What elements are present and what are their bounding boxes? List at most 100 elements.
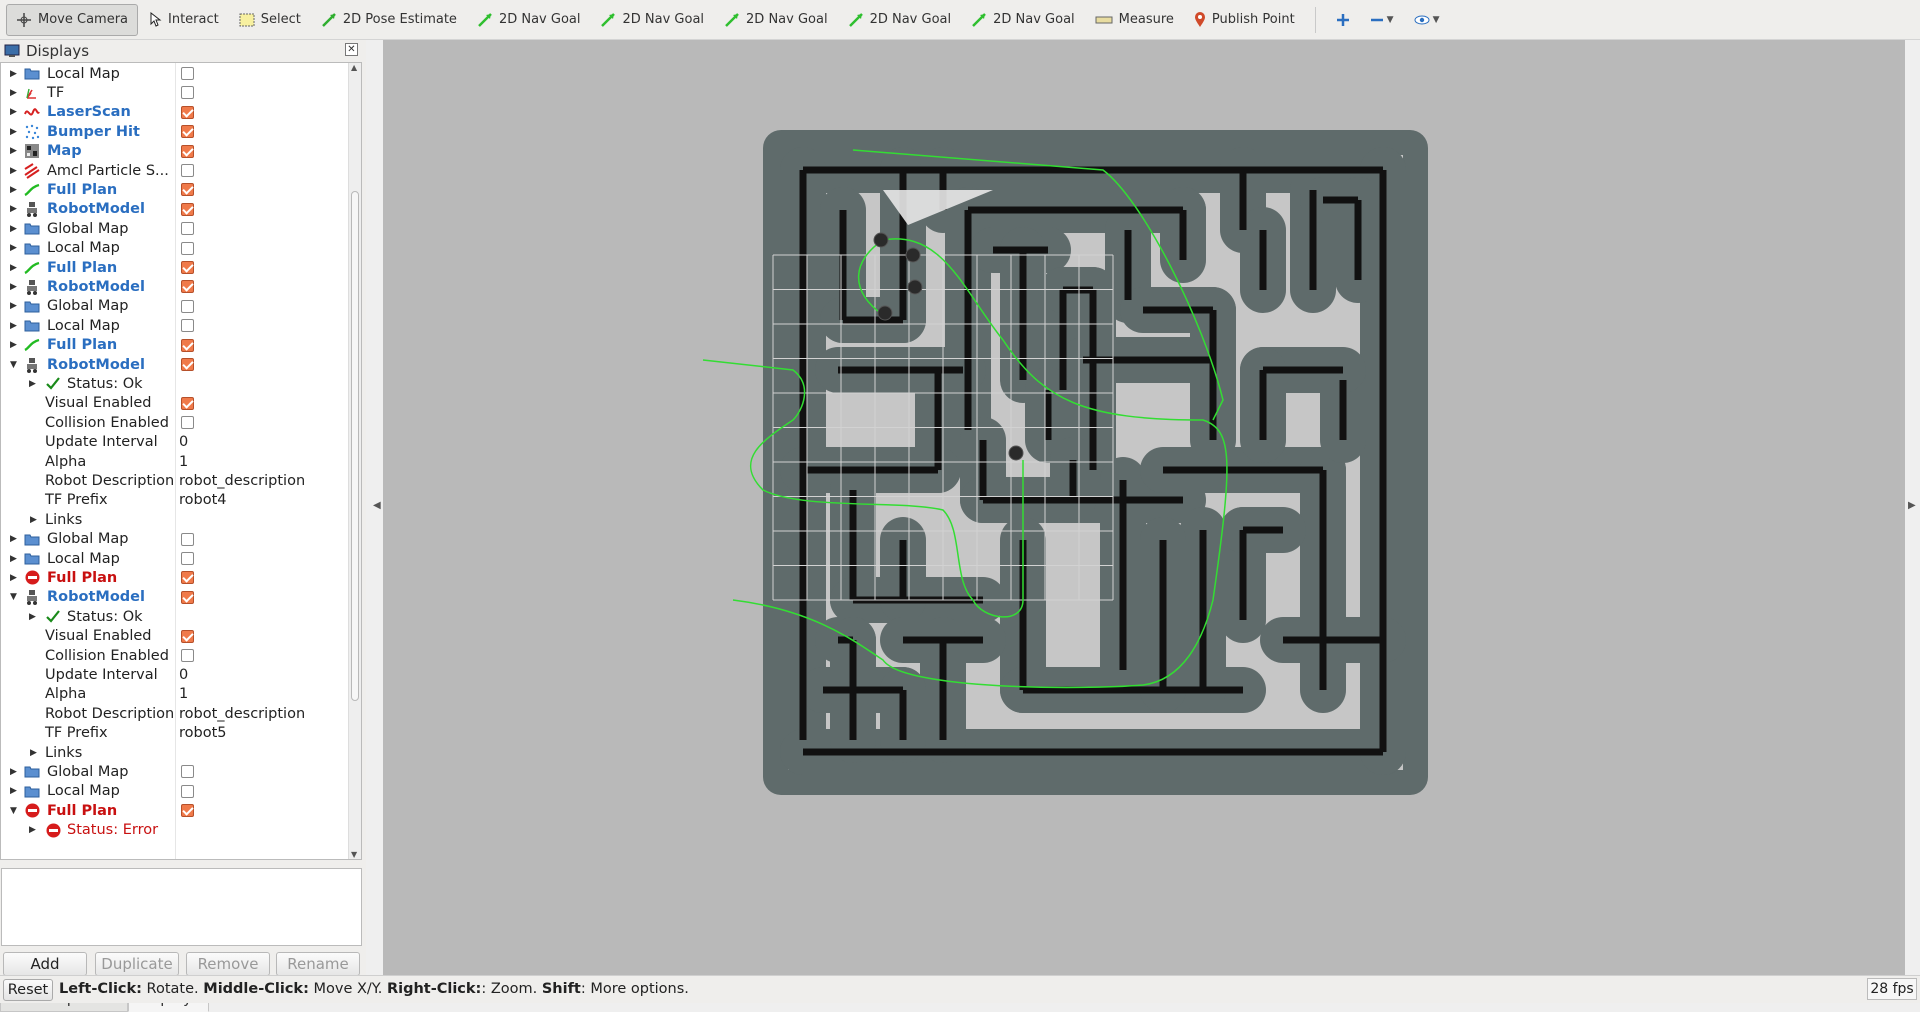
display-row[interactable]: ▶ Map <box>1 142 349 161</box>
expand-right-icon[interactable]: ▶ <box>10 301 20 311</box>
display-row[interactable]: ▶ Full Plan <box>1 568 349 587</box>
display-row[interactable]: Robot Description robot_description <box>1 704 349 723</box>
expand-right-icon[interactable]: ▶ <box>30 515 40 525</box>
enable-checkbox[interactable] <box>181 649 194 662</box>
expand-down-icon[interactable]: ▼ <box>10 592 20 602</box>
display-row[interactable]: ▶ Links <box>1 743 349 762</box>
display-row[interactable]: ▶ Global Map <box>1 762 349 781</box>
display-row[interactable]: ▶ Status: Error <box>1 821 349 840</box>
display-row[interactable]: ▶ Global Map <box>1 530 349 549</box>
tool-2d-nav-goal-5[interactable]: 2D Nav Goal <box>590 4 714 36</box>
enable-checkbox[interactable] <box>181 571 194 585</box>
enable-checkbox[interactable] <box>181 261 194 274</box>
enable-checkbox[interactable] <box>181 396 194 410</box>
display-row[interactable]: Alpha 1 <box>1 685 349 704</box>
expand-right-icon[interactable]: ▶ <box>10 767 20 777</box>
display-row[interactable]: TF Prefix robot4 <box>1 491 349 510</box>
display-row[interactable]: Visual Enabled <box>1 394 349 413</box>
display-row[interactable]: Alpha 1 <box>1 452 349 471</box>
tool-2d-nav-goal-4[interactable]: 2D Nav Goal <box>467 4 591 36</box>
property-value[interactable]: 0 <box>179 667 188 683</box>
scroll-up-icon[interactable]: ▲ <box>351 63 357 72</box>
display-row[interactable]: ▶ TF <box>1 83 349 102</box>
tool-publish-point[interactable]: Publish Point <box>1184 4 1305 36</box>
display-row[interactable]: ▼ Full Plan <box>1 801 349 820</box>
collapse-left-icon[interactable]: ◀ <box>373 500 381 511</box>
rename-button[interactable]: Rename <box>276 952 360 976</box>
tool-interact[interactable]: Interact <box>138 4 229 36</box>
display-row[interactable]: ▶ Bumper Hit <box>1 122 349 141</box>
property-value[interactable]: 1 <box>179 454 188 470</box>
property-value[interactable]: 1 <box>179 686 188 702</box>
expand-right-icon[interactable]: ▶ <box>29 379 39 389</box>
display-row[interactable]: ▼ RobotModel <box>1 588 349 607</box>
display-row[interactable]: ▶ Status: Ok <box>1 607 349 626</box>
tool-move-camera[interactable]: Move Camera <box>6 3 139 36</box>
reset-button[interactable]: Reset <box>3 979 53 1001</box>
display-row[interactable]: ▶ Local Map <box>1 239 349 258</box>
property-value[interactable]: robot4 <box>179 492 227 508</box>
enable-checkbox[interactable] <box>181 319 194 333</box>
expand-right-icon[interactable]: ▶ <box>10 786 20 796</box>
display-row[interactable]: Update Interval 0 <box>1 433 349 452</box>
expand-right-icon[interactable]: ▶ <box>29 612 39 622</box>
add-button[interactable]: Add <box>3 952 87 976</box>
enable-checkbox[interactable] <box>181 125 194 139</box>
enable-checkbox[interactable] <box>181 164 194 177</box>
expand-right-icon[interactable]: ▶ <box>10 224 20 234</box>
display-row[interactable]: ▶ Local Map <box>1 782 349 801</box>
enable-checkbox[interactable] <box>181 222 194 236</box>
display-row[interactable]: Visual Enabled <box>1 627 349 646</box>
enable-checkbox[interactable] <box>181 86 194 100</box>
expand-right-icon[interactable]: ▶ <box>10 185 20 195</box>
display-row[interactable]: Collision Enabled <box>1 413 349 432</box>
display-row[interactable]: ▶ Local Map <box>1 549 349 568</box>
display-row[interactable]: ▶ Full Plan <box>1 336 349 355</box>
display-row[interactable]: Collision Enabled <box>1 646 349 665</box>
tool-2d-nav-goal-8[interactable]: 2D Nav Goal <box>961 4 1085 36</box>
expand-right-icon[interactable]: ▶ <box>10 321 20 331</box>
tool-measure[interactable]: Measure <box>1085 4 1184 36</box>
expand-right-icon[interactable]: ▶ <box>10 340 20 350</box>
tool-2d-pose-estimate[interactable]: 2D Pose Estimate <box>311 4 467 36</box>
close-icon[interactable]: ✕ <box>345 43 358 56</box>
expand-right-icon[interactable]: ▶ <box>10 204 20 214</box>
display-row[interactable]: ▶ Local Map <box>1 64 349 83</box>
display-row[interactable]: ▶ Links <box>1 510 349 529</box>
display-row[interactable]: Update Interval 0 <box>1 665 349 684</box>
expand-right-icon[interactable]: ▶ <box>10 107 20 117</box>
enable-checkbox[interactable] <box>181 67 194 80</box>
expand-right-icon[interactable]: ▶ <box>29 825 39 835</box>
expand-right-icon[interactable]: ▶ <box>10 127 20 137</box>
property-value[interactable]: robot_description <box>179 706 305 722</box>
display-row[interactable]: ▶ Full Plan <box>1 258 349 277</box>
expand-down-icon[interactable]: ▼ <box>10 360 20 370</box>
tree-scrollbar[interactable]: ▲ ▼ <box>348 63 361 859</box>
expand-right-icon[interactable]: ▶ <box>10 146 20 156</box>
display-row[interactable]: ▶ RobotModel <box>1 277 349 296</box>
display-row[interactable]: ▶ Local Map <box>1 316 349 335</box>
enable-checkbox[interactable] <box>181 105 194 119</box>
display-row[interactable]: ▼ RobotModel <box>1 355 349 374</box>
enable-checkbox[interactable] <box>181 784 194 798</box>
tool-2d-nav-goal-6[interactable]: 2D Nav Goal <box>714 4 838 36</box>
enable-checkbox[interactable] <box>181 765 194 779</box>
scrollbar-thumb[interactable] <box>351 191 359 701</box>
scroll-down-icon[interactable]: ▼ <box>351 850 357 859</box>
display-row[interactable]: Robot Description robot_description <box>1 471 349 490</box>
duplicate-button[interactable]: Duplicate <box>95 952 179 976</box>
displays-tree[interactable]: ▲ ▼ ▶ Local Map ▶ TF ▶ LaserScan ▶ Bumper Hit ▶ M… <box>0 62 362 860</box>
property-value[interactable]: robot_description <box>179 473 305 489</box>
expand-right-icon[interactable]: ▶ <box>10 573 20 583</box>
display-row[interactable]: ▶ Global Map <box>1 297 349 316</box>
expand-right-icon[interactable]: ▶ <box>10 554 20 564</box>
enable-checkbox[interactable] <box>181 241 194 255</box>
expand-down-icon[interactable]: ▼ <box>10 806 20 816</box>
property-value[interactable]: robot5 <box>179 725 227 741</box>
enable-checkbox[interactable] <box>181 299 194 313</box>
eye-icon[interactable]: ▼ <box>1404 4 1450 36</box>
add-tool-icon[interactable] <box>1326 4 1360 36</box>
property-value[interactable]: 0 <box>179 434 188 450</box>
tool-2d-nav-goal-7[interactable]: 2D Nav Goal <box>838 4 962 36</box>
enable-checkbox[interactable] <box>181 280 194 294</box>
